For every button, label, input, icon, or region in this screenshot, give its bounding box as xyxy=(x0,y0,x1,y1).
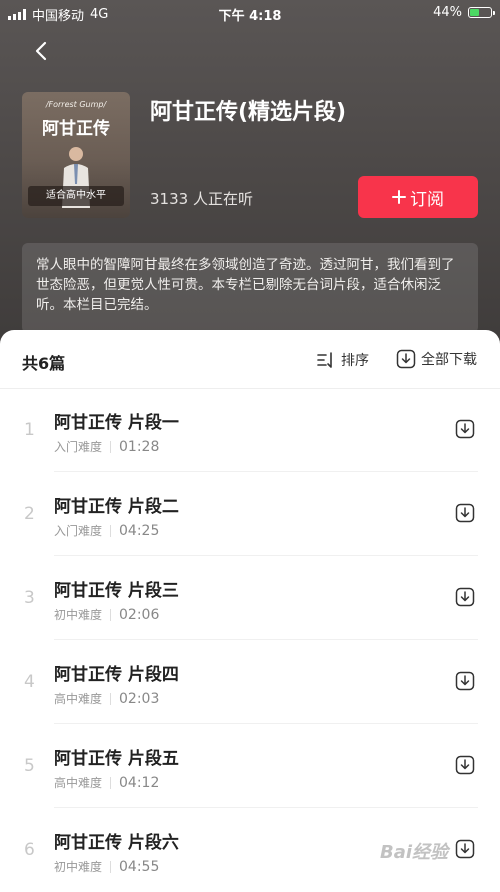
episode-meta: 初中难度 02:06 xyxy=(54,606,159,623)
episode-title: 阿甘正传 片段二 xyxy=(54,497,179,517)
album-title: 阿甘正传(精选片段) xyxy=(150,100,347,125)
clock: 下午 4:18 xyxy=(218,9,282,24)
episode-level: 初中难度 xyxy=(54,608,103,622)
subscribe-button[interactable]: 订阅 xyxy=(358,176,478,218)
episode-level: 初中难度 xyxy=(54,860,103,874)
battery-icon xyxy=(468,7,495,18)
episode-level: 高中难度 xyxy=(54,692,103,706)
download-all-button[interactable]: 全部下载 xyxy=(396,349,477,369)
episode-duration: 04:55 xyxy=(119,858,160,875)
subscribe-label: 订阅 xyxy=(410,189,444,210)
episode-list-panel: 共6篇 排序 全部下载 1 阿甘正传 片段一 入门难度 01:28 2 阿甘正传… xyxy=(0,330,500,889)
episode-meta: 入门难度 04:25 xyxy=(54,522,159,539)
episode-title: 阿甘正传 片段三 xyxy=(54,581,179,601)
episode-title: 阿甘正传 片段四 xyxy=(54,665,179,685)
episode-duration: 04:25 xyxy=(119,522,160,539)
back-arrow-icon xyxy=(35,41,47,61)
episode-index: 4 xyxy=(24,672,35,692)
list-header: 共6篇 排序 全部下载 xyxy=(0,330,500,389)
download-icon xyxy=(455,671,475,691)
cover-level-tag: 适合高中水平 xyxy=(28,186,124,206)
episode-level: 入门难度 xyxy=(54,440,103,454)
episode-row[interactable]: 4 阿甘正传 片段四 高中难度 02:03 xyxy=(0,640,500,724)
episode-download-button[interactable] xyxy=(455,587,475,607)
episode-title: 阿甘正传 片段六 xyxy=(54,833,179,853)
episode-duration: 04:12 xyxy=(119,774,160,791)
episode-meta: 高中难度 02:03 xyxy=(54,690,159,707)
episode-index: 1 xyxy=(24,420,35,440)
episode-title: 阿甘正传 片段一 xyxy=(54,413,179,433)
episode-row[interactable]: 1 阿甘正传 片段一 入门难度 01:28 xyxy=(0,388,500,472)
episode-count: 共6篇 xyxy=(22,354,66,373)
episode-download-button[interactable] xyxy=(455,503,475,523)
episode-download-button[interactable] xyxy=(455,419,475,439)
episode-meta: 初中难度 04:55 xyxy=(54,858,159,875)
sort-icon xyxy=(317,352,332,368)
sort-label: 排序 xyxy=(341,353,369,369)
download-icon xyxy=(455,839,475,859)
episode-download-button[interactable] xyxy=(455,755,475,775)
back-button[interactable] xyxy=(28,38,56,66)
sort-button[interactable]: 排序 xyxy=(316,350,369,370)
episode-download-button[interactable] xyxy=(455,839,475,859)
album-cover: /Forrest Gump/ 阿甘正传 适合高中水平 xyxy=(22,92,130,218)
episode-meta: 入门难度 01:28 xyxy=(54,438,159,455)
plus-icon xyxy=(392,190,406,204)
episode-index: 2 xyxy=(24,504,35,524)
episode-duration: 01:28 xyxy=(119,438,160,455)
episode-row[interactable]: 2 阿甘正传 片段二 入门难度 04:25 xyxy=(0,472,500,556)
album-description: 常人眼中的智障阿甘最终在多领域创造了奇迹。透过阿甘，我们看到了世态险恶，但更觉人… xyxy=(22,243,478,333)
download-icon xyxy=(455,755,475,775)
download-icon xyxy=(455,503,475,523)
episode-level: 入门难度 xyxy=(54,524,103,538)
episode-row[interactable]: 5 阿甘正传 片段五 高中难度 04:12 xyxy=(0,724,500,808)
episode-duration: 02:03 xyxy=(119,690,160,707)
cover-title: 阿甘正传 xyxy=(42,119,110,139)
download-icon xyxy=(396,349,416,369)
battery-percent: 44% xyxy=(433,5,462,20)
episode-row[interactable]: 3 阿甘正传 片段三 初中难度 02:06 xyxy=(0,556,500,640)
cover-subtitle: /Forrest Gump/ xyxy=(45,100,107,109)
episode-index: 5 xyxy=(24,756,35,776)
listener-count: 3133 人正在听 xyxy=(150,190,253,208)
episode-level: 高中难度 xyxy=(54,776,103,790)
album-header: 中国移动 4G 下午 4:18 44% /Forrest Gump/ 阿甘正传 … xyxy=(0,0,500,360)
episode-title: 阿甘正传 片段五 xyxy=(54,749,179,769)
episode-meta: 高中难度 04:12 xyxy=(54,774,159,791)
episode-duration: 02:06 xyxy=(119,606,160,623)
download-icon xyxy=(455,419,475,439)
status-bar: 中国移动 4G 下午 4:18 44% xyxy=(0,0,500,26)
download-all-label: 全部下载 xyxy=(421,352,477,368)
watermark: Bai经验 xyxy=(380,842,449,863)
download-icon xyxy=(455,587,475,607)
episode-index: 6 xyxy=(24,840,35,860)
episode-download-button[interactable] xyxy=(455,671,475,691)
episode-index: 3 xyxy=(24,588,35,608)
